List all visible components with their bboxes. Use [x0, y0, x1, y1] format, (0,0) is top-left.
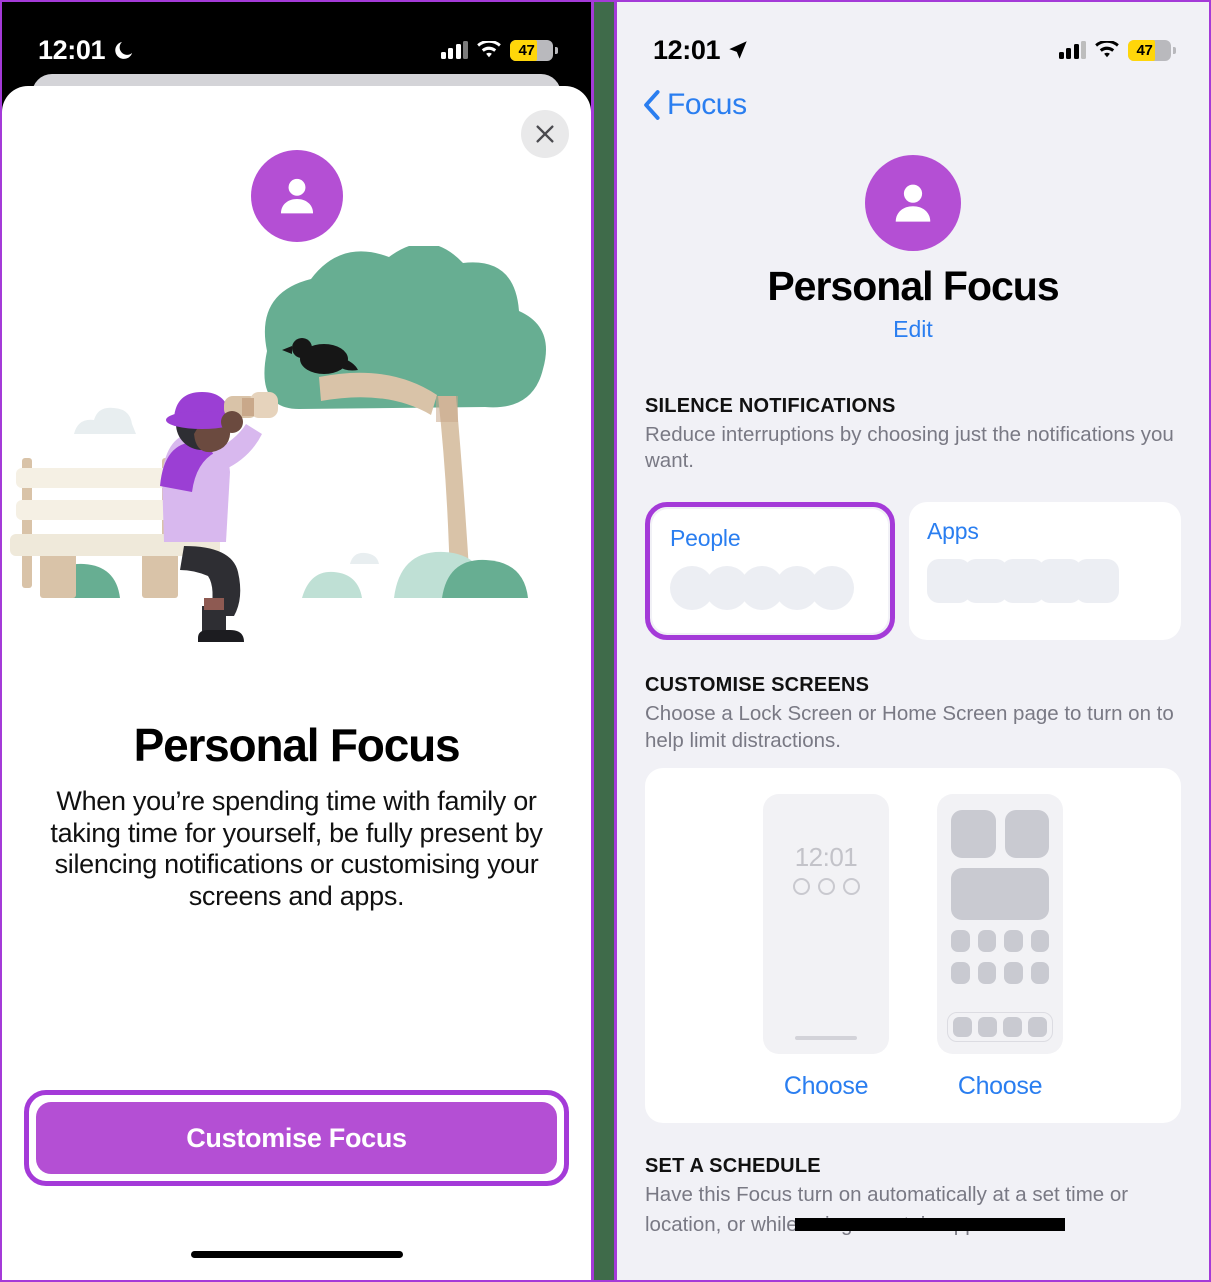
home-screen-dock [947, 1011, 1053, 1042]
back-button[interactable]: Focus [643, 88, 747, 122]
home-app-icon [1030, 929, 1049, 952]
battery-level: 47 [1136, 41, 1153, 59]
lock-screen-preview[interactable]: 12:01 [763, 793, 889, 1054]
home-app-icon [1004, 929, 1023, 952]
screenshot-frame: 12:01 47 Personal Focus When you’re spen… [0, 0, 1211, 1282]
people-card[interactable]: People [652, 509, 888, 634]
section-silence-notifications: SILENCE NOTIFICATIONS Reduce interruptio… [617, 395, 1209, 641]
people-placeholder-row [670, 566, 870, 611]
home-icon-row [951, 961, 1049, 984]
focus-intro-sheet: Personal Focus When you’re spending time… [2, 86, 591, 1280]
home-widget-row [951, 809, 1049, 858]
home-widget [951, 809, 996, 858]
back-button-label: Focus [667, 88, 747, 121]
customise-focus-button[interactable]: Customise Focus [36, 1102, 557, 1174]
lock-screen-column: 12:01 Choose [763, 793, 889, 1101]
chevron-left-icon [644, 90, 660, 120]
section-subtitle-line1: Have this Focus turn on automatically at… [645, 1182, 1129, 1206]
person-placeholder [810, 566, 854, 611]
screens-card: 12:01 Choose Choose [645, 767, 1181, 1123]
status-left-group: 12:01 [38, 35, 135, 66]
left-status-bar: 12:01 47 [2, 2, 591, 80]
navigation-bar: Focus [617, 80, 1209, 125]
home-app-icon [977, 929, 996, 952]
section-heading: CUSTOMISE SCREENS [645, 674, 870, 697]
home-app-icon [1030, 961, 1049, 984]
section-subtitle: Reduce interruptions by choosing just th… [645, 423, 1174, 473]
lock-screen-time: 12:01 [794, 841, 858, 872]
customise-focus-highlight: Customise Focus [24, 1090, 569, 1186]
sheet-body-text: When you’re spending time with family or… [50, 786, 543, 911]
home-wide-widget [951, 867, 1049, 920]
status-left-group: 12:01 [653, 35, 749, 66]
person-icon [895, 184, 931, 222]
close-icon [536, 125, 554, 143]
redaction-bar [795, 1218, 1065, 1232]
wifi-icon [1095, 41, 1119, 58]
right-status-bar: 12:01 47 [617, 2, 1209, 80]
focus-avatar [250, 150, 343, 242]
close-button[interactable] [521, 110, 569, 158]
home-screen-column: Choose [937, 793, 1063, 1101]
location-arrow-icon [729, 41, 747, 59]
people-card-highlight: People [645, 502, 895, 641]
section-heading: SET A SCHEDULE [645, 1154, 821, 1177]
people-card-label: People [670, 525, 741, 552]
person-birdwatching-on-bench-illustration [10, 246, 546, 642]
battery-icon: 47 [1128, 39, 1176, 61]
right-phone-panel: 12:01 47 Focus Personal Focus Edit SILEN… [617, 2, 1209, 1280]
home-app-icon [951, 961, 970, 984]
home-app-icon [977, 961, 996, 984]
home-app-icon [951, 929, 970, 952]
section-set-a-schedule: SET A SCHEDULE Have this Focus turn on a… [617, 1155, 1209, 1238]
home-app-icon [1004, 961, 1023, 984]
lock-screen-choose-button[interactable]: Choose [784, 1072, 869, 1101]
cellular-signal-icon [440, 41, 468, 59]
app-placeholder [1075, 559, 1119, 604]
edit-link[interactable]: Edit [617, 316, 1209, 343]
person-icon [280, 178, 313, 214]
left-phone-panel: 12:01 47 Personal Focus When you’re spen… [2, 2, 591, 1280]
status-right-group: 47 [1058, 39, 1176, 61]
section-heading: SILENCE NOTIFICATIONS [645, 395, 896, 417]
home-icon-row [951, 929, 1049, 952]
crescent-moon-icon [115, 41, 133, 59]
silence-cards-row: People Apps [645, 488, 1181, 641]
home-screen-choose-button[interactable]: Choose [958, 1072, 1043, 1101]
battery-icon: 47 [510, 39, 558, 61]
lock-screen-home-indicator [795, 1035, 857, 1040]
home-widget [1004, 809, 1049, 858]
apps-placeholder-row [927, 559, 1163, 604]
wifi-icon [477, 41, 501, 58]
apps-card-label: Apps [927, 518, 979, 545]
panel-divider [591, 2, 617, 1280]
cellular-signal-icon [1058, 41, 1086, 59]
home-indicator [190, 1251, 403, 1258]
status-time: 12:01 [38, 34, 106, 65]
status-time: 12:01 [653, 34, 721, 65]
section-customise-screens: CUSTOMISE SCREENS Choose a Lock Screen o… [617, 674, 1209, 1123]
battery-level: 47 [518, 41, 535, 59]
lock-screen-widget-dots [763, 877, 889, 895]
home-screen-preview[interactable] [937, 793, 1063, 1054]
status-right-group: 47 [440, 39, 558, 61]
sheet-title: Personal Focus [133, 719, 461, 771]
page-title: Personal Focus [767, 263, 1059, 309]
focus-avatar [865, 155, 961, 251]
section-subtitle: Choose a Lock Screen or Home Screen page… [645, 702, 1174, 752]
apps-card[interactable]: Apps [909, 502, 1181, 641]
section-subtitle-line2: location, or while using a certain app. [645, 1212, 1181, 1238]
home-screen-grid [937, 794, 1063, 984]
